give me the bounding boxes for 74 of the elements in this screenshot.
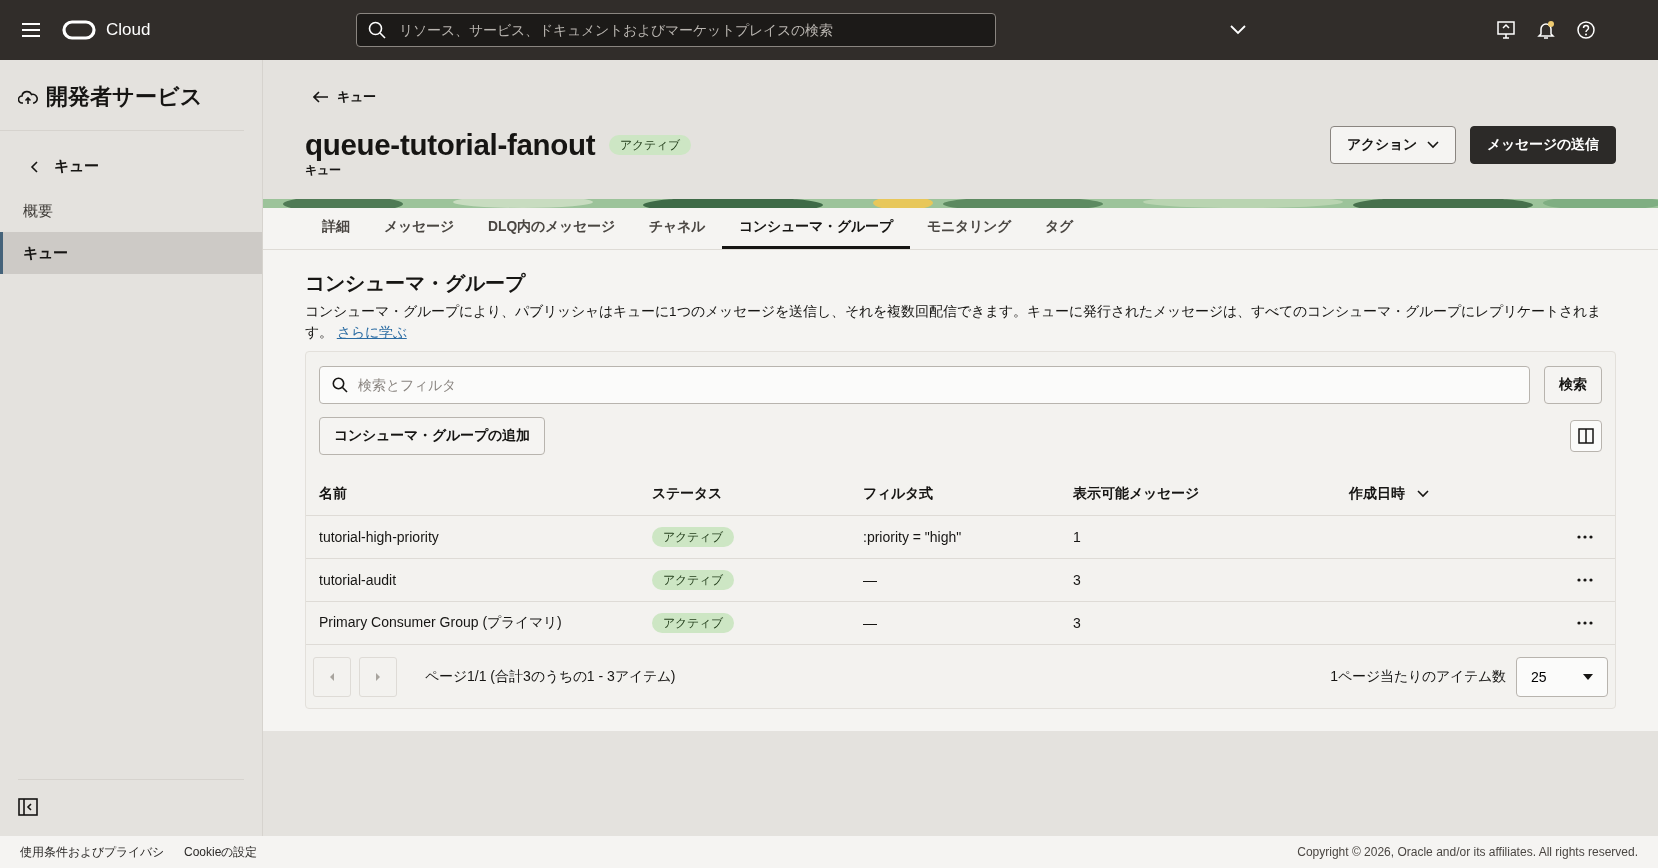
ellipsis-icon (1577, 578, 1593, 582)
search-icon (368, 21, 386, 39)
page-title: queue-tutorial-fanout (305, 128, 596, 162)
collapse-button[interactable] (18, 798, 38, 816)
sidebar-item[interactable]: キュー (0, 232, 262, 274)
table-cell: 3 (1073, 615, 1081, 631)
status-badge: アクティブ (609, 135, 692, 155)
column-header: 表示可能メッセージ (1073, 485, 1199, 503)
collapse-icon (18, 798, 38, 816)
logo-icon (62, 20, 96, 40)
status-badge: アクティブ (652, 613, 734, 633)
send-message-button[interactable]: メッセージの送信 (1470, 126, 1616, 164)
table-cell: — (863, 615, 877, 631)
arrow-left-icon (313, 91, 329, 103)
sidebar-item[interactable]: 概要 (0, 190, 262, 232)
items-per-page-label: 1ページ当たりのアイテム数 (1330, 667, 1506, 686)
table-cell: tutorial-high-priority (319, 529, 439, 545)
table-cell: 1 (1073, 529, 1081, 545)
help-button[interactable] (1574, 18, 1598, 42)
copyright-text: Copyright © 2026, Oracle and/or its affiliates. All rights reserved. (1297, 845, 1638, 859)
tab[interactable]: タグ (1028, 208, 1091, 249)
bell-icon (1536, 20, 1556, 40)
tab[interactable]: DLQ内のメッセージ (471, 208, 633, 249)
table-cell: tutorial-audit (319, 572, 397, 588)
columns-button[interactable] (1570, 420, 1602, 452)
ellipsis-icon (1577, 621, 1593, 625)
tab[interactable]: 詳細 (305, 208, 367, 249)
caret-down-icon (1583, 673, 1593, 680)
search-field[interactable]: リソース、サービス、ドキュメントおよびマーケットプレイスの検索 (356, 13, 996, 47)
actions-button[interactable]: アクション (1330, 126, 1456, 164)
cloud-icon (18, 88, 38, 106)
table-cell: — (863, 572, 877, 588)
brand-name[interactable]: Cloud (106, 20, 151, 40)
back-link[interactable]: キュー (313, 88, 376, 106)
caret-right-icon (375, 672, 381, 681)
tab[interactable]: モニタリング (910, 208, 1029, 249)
section-description: コンシューマ・グループにより、パブリッシャはキューに1つのメッセージを送信し、それを複数回配信できます。キューに発行されたメッセージは、すべてのコンシューマ・グループにレプリケートされます。 さらに学ぶ (305, 303, 1602, 342)
footer-link[interactable]: Cookieの設定 (184, 843, 258, 861)
columns-icon (1578, 428, 1594, 444)
page-subtitle: キュー (305, 162, 342, 179)
items-per-page-select[interactable]: 25 (1516, 656, 1608, 697)
chevron-down-icon (1427, 141, 1439, 149)
tab[interactable]: チャネル (632, 208, 723, 249)
pagination-summary: ページ1/1 (合計3のうちの1 - 3アイテム) (425, 667, 676, 686)
search-icon (332, 377, 348, 393)
back-link[interactable]: キュー (0, 131, 262, 190)
caret-left-icon (329, 672, 335, 681)
status-badge: アクティブ (652, 527, 734, 547)
menu-icon (22, 23, 40, 37)
column-header: ステータス (652, 485, 722, 503)
search-button[interactable]: 検索 (1544, 366, 1602, 404)
add-consumer-group-button[interactable]: コンシューマ・グループの追加 (319, 417, 545, 455)
notifications-button[interactable] (1534, 18, 1558, 42)
column-header[interactable]: 作成日時 (1349, 485, 1405, 503)
table-cell: Primary Consumer Group (プライマリ) (319, 614, 562, 630)
monitor-icon (1496, 20, 1516, 40)
table-cell: 3 (1073, 572, 1081, 588)
chevron-down-icon (1230, 25, 1246, 35)
chevron-left-icon (30, 160, 38, 173)
ellipsis-icon (1577, 535, 1593, 539)
filter-field[interactable]: 検索とフィルタ (319, 366, 1530, 404)
status-badge: アクティブ (652, 570, 734, 590)
column-header: 名前 (319, 485, 347, 503)
learn-more-link[interactable]: さらに学ぶ (336, 325, 407, 340)
dropdown-button[interactable] (1230, 25, 1246, 35)
section-title: コンシューマ・グループ (305, 271, 527, 296)
footer-link[interactable]: 使用条件およびプライバシ (20, 843, 164, 861)
tab[interactable]: メッセージ (367, 208, 471, 249)
table-cell: :priority = "high" (863, 529, 962, 545)
column-header: フィルタ式 (863, 485, 933, 503)
sidebar-title: 開発者サービス (46, 83, 203, 111)
menu-button[interactable] (22, 23, 40, 37)
cloud-shell-button[interactable] (1494, 18, 1518, 42)
help-icon (1576, 20, 1596, 40)
